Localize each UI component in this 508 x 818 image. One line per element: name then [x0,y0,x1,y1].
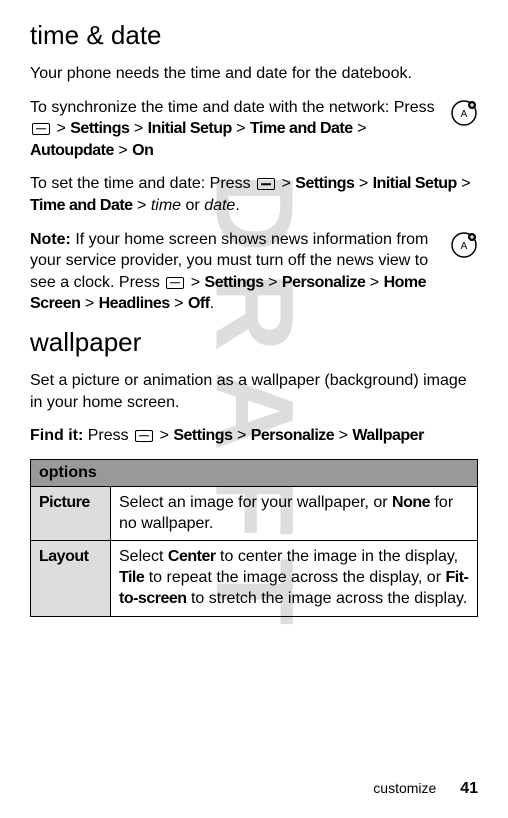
page-content: time & date Your phone needs the time an… [30,20,478,617]
path-time-date: Time and Date [250,120,353,137]
svg-text:A: A [461,241,468,252]
path-autoupdate: Autoupdate [30,142,114,159]
path-settings: Settings [173,427,232,444]
table-header-options: options [31,459,478,486]
path-settings: Settings [70,120,129,137]
path-on: On [132,142,153,159]
note-paragraph: A Note: If your home screen shows news i… [30,229,478,315]
path-personalize: Personalize [251,427,334,444]
svg-text:A: A [461,109,468,120]
path-settings: Settings [295,175,354,192]
heading-wallpaper: wallpaper [30,327,478,358]
menu-key-icon [135,430,153,442]
menu-key-icon [257,178,275,190]
path-initial-setup: Initial Setup [148,120,232,137]
page-footer: customize 41 [373,780,478,798]
option-picture-desc: Select an image for your wallpaper, or N… [111,486,478,541]
path-headlines: Headlines [99,295,170,312]
path-personalize: Personalize [282,274,365,291]
network-icon: A [450,99,478,127]
footer-label: customize [373,780,436,796]
findit-label: Find it: [30,427,83,444]
findit-line: Find it: Press > Settings > Personalize … [30,425,478,447]
sync-pre-text: To synchronize the time and date with th… [30,99,435,116]
set-date: date [204,197,235,214]
table-row: Layout Select Center to center the image… [31,541,478,616]
page-number: 41 [460,780,478,797]
option-layout-desc: Select Center to center the image in the… [111,541,478,616]
menu-key-icon [32,123,50,135]
table-row: Picture Select an image for your wallpap… [31,486,478,541]
path-settings: Settings [205,274,264,291]
options-table: options Picture Select an image for your… [30,459,478,617]
option-picture: Picture [31,486,111,541]
path-initial-setup: Initial Setup [373,175,457,192]
set-instructions: To set the time and date: Press > Settin… [30,173,478,216]
note-label: Note: [30,231,71,248]
sync-instructions: A To synchronize the time and date with … [30,97,478,162]
set-time: time [151,197,181,214]
heading-time-date: time & date [30,20,478,51]
path-time-date: Time and Date [30,197,133,214]
wallpaper-intro: Set a picture or animation as a wallpape… [30,370,478,413]
network-icon: A [450,231,478,259]
path-wallpaper: Wallpaper [352,427,423,444]
path-off: Off [188,295,210,312]
menu-key-icon [166,277,184,289]
option-layout: Layout [31,541,111,616]
time-date-intro: Your phone needs the time and date for t… [30,63,478,85]
set-pre-text: To set the time and date: Press [30,175,255,192]
